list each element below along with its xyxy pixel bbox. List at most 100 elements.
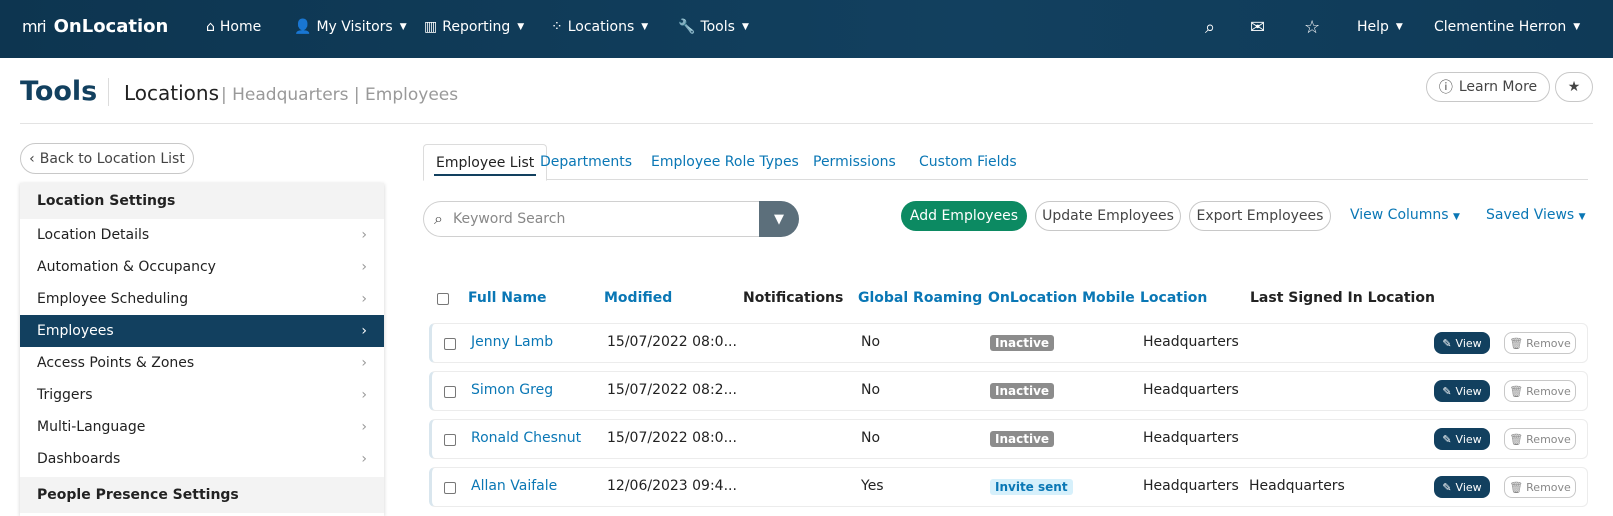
tab-departments[interactable]: Departments [528, 144, 644, 180]
sidebar-item-label: Dashboards [37, 451, 121, 467]
tab-custom-fields[interactable]: Custom Fields [907, 144, 1029, 180]
add-employees-button[interactable]: Add Employees [901, 201, 1027, 231]
chevron-down-icon: ▼ [1573, 22, 1581, 32]
view-button[interactable]: ✎ View [1434, 380, 1490, 402]
edit-icon: ✎ [1442, 432, 1452, 446]
edit-icon: ✎ [1442, 336, 1452, 350]
chevron-right-icon: › [361, 291, 367, 307]
sidebar-item-triggers[interactable]: Triggers › [20, 379, 384, 411]
user-name: Clementine Herron [1434, 19, 1567, 35]
brand-logo[interactable]: mri OnLocation [22, 16, 168, 37]
employee-name-link[interactable]: Simon Greg [471, 382, 553, 398]
mri-logo-icon: mri [22, 17, 47, 36]
sidebar-item-label: Employee Scheduling [37, 291, 189, 307]
modified-date: 15/07/2022 08:0... [607, 430, 737, 446]
table-header: Full Name Modified Notifications Global … [423, 286, 1588, 310]
sidebar-item-label: Location Details [37, 227, 150, 243]
search-icon[interactable]: ⌕ [1205, 17, 1215, 38]
view-columns-dropdown[interactable]: View Columns ▼ [1350, 207, 1460, 223]
edit-icon: ✎ [1442, 480, 1452, 494]
mail-icon[interactable]: ✉ [1250, 17, 1265, 38]
column-full-name[interactable]: Full Name [468, 290, 547, 306]
tab-permissions[interactable]: Permissions [801, 144, 908, 180]
page-header: Tools Locations | Headquarters | Employe… [20, 72, 1593, 124]
row-checkbox[interactable] [444, 386, 456, 398]
chevron-down-icon: ▼ [1453, 212, 1460, 222]
view-button[interactable]: ✎ View [1434, 332, 1490, 354]
status-badge: Inactive [990, 431, 1055, 447]
table-row: Jenny Lamb 15/07/2022 08:0... No Inactiv… [429, 323, 1588, 363]
remove-label: Remove [1526, 432, 1571, 446]
chevron-right-icon: › [361, 355, 367, 371]
employee-name-link[interactable]: Jenny Lamb [471, 334, 553, 350]
sidebar-item-multi-language[interactable]: Multi-Language › [20, 411, 384, 443]
row-checkbox[interactable] [444, 338, 456, 350]
nav-help[interactable]: Help ▼ [1357, 19, 1403, 35]
remove-button[interactable]: 🗑 Remove [1504, 380, 1576, 402]
column-global-roaming[interactable]: Global Roaming [858, 290, 982, 306]
keyword-search-input[interactable]: ⌕ Keyword Search [423, 201, 759, 237]
view-label: View [1455, 480, 1482, 494]
filter-icon: ▼ [774, 211, 784, 227]
column-onlocation-mobile[interactable]: OnLocation Mobile [988, 290, 1135, 306]
back-to-location-list-button[interactable]: ‹ Back to Location List [20, 143, 194, 174]
column-location[interactable]: Location [1140, 290, 1207, 306]
favorite-button[interactable]: ★ [1555, 72, 1593, 102]
sidebar-item-employees[interactable]: Employees › [20, 315, 384, 347]
chevron-right-icon: › [361, 227, 367, 243]
nav-my-visitors-label: My Visitors [316, 19, 393, 35]
select-all-checkbox[interactable] [437, 293, 449, 305]
export-employees-button[interactable]: Export Employees [1189, 201, 1331, 231]
breadcrumb: | Headquarters | Employees [221, 85, 459, 105]
nav-home-label: Home [219, 19, 262, 35]
nav-locations[interactable]: ⁘ Locations ▼ [551, 19, 648, 35]
view-button[interactable]: ✎ View [1434, 476, 1490, 498]
modified-date: 15/07/2022 08:2... [607, 382, 737, 398]
sidebar-item-dashboards[interactable]: Dashboards › [20, 443, 384, 475]
status-badge: Inactive [990, 383, 1055, 399]
chevron-right-icon: › [361, 419, 367, 435]
remove-label: Remove [1526, 336, 1571, 350]
status-badge: Invite sent [990, 479, 1073, 495]
nav-user-menu[interactable]: Clementine Herron ▼ [1434, 19, 1580, 35]
view-label: View [1455, 384, 1482, 398]
remove-button[interactable]: 🗑 Remove [1504, 332, 1576, 354]
nav-tools[interactable]: 🔧 Tools ▼ [678, 19, 749, 35]
chevron-down-icon: ▼ [399, 22, 407, 32]
chevron-right-icon: › [361, 451, 367, 467]
global-roaming-value: No [861, 430, 881, 446]
row-checkbox[interactable] [444, 434, 456, 446]
sidebar-item-employee-scheduling[interactable]: Employee Scheduling › [20, 283, 384, 315]
learn-more-button[interactable]: ⓘ Learn More [1426, 72, 1550, 102]
saved-views-dropdown[interactable]: Saved Views ▼ [1486, 207, 1586, 223]
filter-button[interactable]: ▼ [759, 201, 799, 237]
nav-reporting[interactable]: ▥ Reporting ▼ [424, 19, 524, 35]
view-button[interactable]: ✎ View [1434, 428, 1490, 450]
sidebar-item-access-points-zones[interactable]: Access Points & Zones › [20, 347, 384, 379]
nav-home[interactable]: ⌂ Home [206, 19, 261, 35]
nav-my-visitors[interactable]: 👤 My Visitors ▼ [294, 19, 407, 35]
chevron-down-icon: ▼ [517, 22, 525, 32]
sidebar-item-automation-occupancy[interactable]: Automation & Occupancy › [20, 251, 384, 283]
top-navbar: mri OnLocation ⌂ Home 👤 My Visitors ▼ ▥ … [0, 0, 1613, 58]
learn-more-label: Learn More [1458, 79, 1538, 95]
search-placeholder: Keyword Search [452, 211, 566, 227]
column-modified[interactable]: Modified [604, 290, 672, 306]
view-label: View [1455, 336, 1482, 350]
nav-reporting-label: Reporting [442, 19, 511, 35]
update-employees-button[interactable]: Update Employees [1035, 201, 1181, 231]
remove-button[interactable]: 🗑 Remove [1504, 476, 1576, 498]
view-columns-label: View Columns [1350, 207, 1449, 223]
chevron-down-icon: ▼ [641, 22, 649, 32]
sidebar-item-label: Access Points & Zones [37, 355, 195, 371]
row-checkbox[interactable] [444, 482, 456, 494]
sidebar-item-location-details[interactable]: Location Details › [20, 219, 384, 251]
chevron-down-icon: ▼ [741, 22, 749, 32]
employee-name-link[interactable]: Ronald Chesnut [471, 430, 581, 446]
star-icon[interactable]: ☆ [1304, 17, 1320, 38]
remove-button[interactable]: 🗑 Remove [1504, 428, 1576, 450]
tab-employee-role-types[interactable]: Employee Role Types [639, 144, 811, 180]
employee-name-link[interactable]: Allan Vaifale [471, 478, 557, 494]
table-row: Allan Vaifale 12/06/2023 09:4... Yes Inv… [429, 467, 1588, 507]
trash-icon: 🗑 [1509, 336, 1524, 350]
